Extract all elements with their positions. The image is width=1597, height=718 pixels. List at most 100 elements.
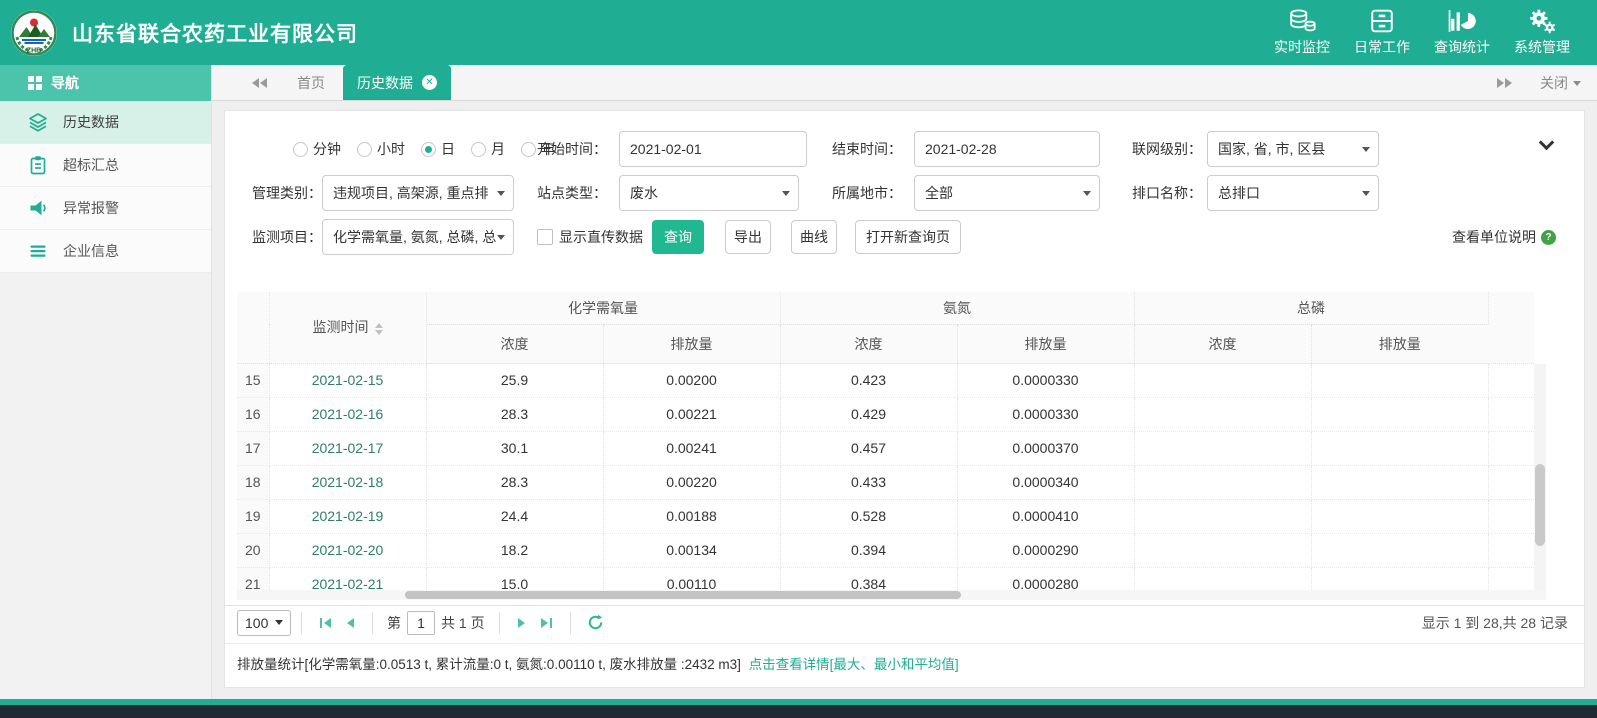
view-detail-link[interactable]: 点击查看详情[最大、最小和平均值] <box>749 657 959 672</box>
page-size-select[interactable]: 100 <box>237 609 291 636</box>
cell-phosphorus-concentration <box>1134 533 1312 568</box>
nav-item-label: 日常工作 <box>1354 39 1410 55</box>
radio-label: 小时 <box>377 141 405 157</box>
mgmt-category-select[interactable]: 违规项目, 高架源, 重点排 <box>322 175 514 211</box>
curve-button[interactable]: 曲线 <box>791 220 837 254</box>
page-total-label: 共 1 页 <box>441 614 485 631</box>
row-index: 21 <box>237 567 270 590</box>
radio-minute[interactable]: 分钟 <box>293 139 341 159</box>
close-tabs-menu[interactable]: 关闭 <box>1540 73 1581 93</box>
sort-icon[interactable] <box>374 322 383 335</box>
logo-text: ZHB <box>27 47 41 54</box>
table-row: 16 2021-02-16 28.3 0.00221 0.429 0.00003… <box>237 397 1534 432</box>
station-type-select[interactable]: 废水 <box>619 175 799 211</box>
table-row: 19 2021-02-19 24.4 0.00188 0.528 0.00004… <box>237 499 1534 534</box>
tabs-scroll-right-icon[interactable] <box>1497 78 1512 88</box>
nav-query-stats[interactable]: 查询统计 <box>1429 8 1495 57</box>
query-button[interactable]: 查询 <box>652 220 704 254</box>
tab-home[interactable]: 首页 <box>279 65 343 100</box>
cell-phosphorus-concentration <box>1134 431 1312 466</box>
date-link[interactable]: 2021-02-15 <box>312 372 384 388</box>
group-header-ammonia: 氨氮 <box>780 292 1135 325</box>
tabs-scroll-left-icon[interactable] <box>252 65 267 100</box>
time-column-header[interactable]: 监测时间 <box>269 292 427 364</box>
first-page-button[interactable] <box>312 617 339 628</box>
vertical-scrollbar[interactable] <box>1534 364 1546 590</box>
table-row: 21 2021-02-21 15.0 0.00110 0.384 0.00002… <box>237 567 1534 590</box>
outlet-name-select[interactable]: 总排口 <box>1207 175 1379 211</box>
monitor-item-select[interactable]: 化学需氧量, 氨氮, 总磷, 总 <box>322 219 514 255</box>
cell-phosphorus-concentration <box>1134 567 1312 590</box>
city-select[interactable]: 全部 <box>914 175 1100 211</box>
start-time-input[interactable] <box>619 131 807 167</box>
nav-realtime-monitor[interactable]: 实时监控 <box>1269 8 1335 57</box>
page-prefix-label: 第 <box>387 614 401 631</box>
sidebar-item-abnormal-alarm[interactable]: 异常报警 <box>0 187 211 230</box>
cell-cod-concentration: 30.1 <box>426 431 604 466</box>
sidebar-item-history-data[interactable]: 历史数据 <box>0 101 211 144</box>
cell-ammonia-emission: 0.0000330 <box>957 397 1135 432</box>
date-link[interactable]: 2021-02-17 <box>312 440 384 456</box>
select-value: 国家, 省, 市, 区县 <box>1218 141 1326 157</box>
nav-daily-work[interactable]: 日常工作 <box>1349 8 1415 57</box>
horizontal-scrollbar[interactable] <box>237 590 1546 600</box>
cell-phosphorus-concentration <box>1134 499 1312 534</box>
cell-cod-emission: 0.00200 <box>603 363 781 398</box>
nav-item-label: 实时监控 <box>1274 39 1330 55</box>
last-page-button[interactable] <box>533 617 560 628</box>
cell-filler <box>1488 363 1534 398</box>
tabbar-right: 关闭 <box>1497 65 1581 101</box>
cell-phosphorus-emission <box>1311 533 1489 568</box>
table-row: 18 2021-02-18 28.3 0.00220 0.433 0.00003… <box>237 465 1534 500</box>
cell-cod-emission: 0.00188 <box>603 499 781 534</box>
direct-data-checkbox[interactable] <box>537 229 553 245</box>
new-query-page-button[interactable]: 打开新查询页 <box>855 220 961 254</box>
pagination-bar: 100 第 共 1 页 <box>225 605 1584 639</box>
group-header-phosphorus: 总磷 <box>1134 292 1489 325</box>
sidebar-nav-title[interactable]: 导航 <box>0 65 211 101</box>
network-level-select[interactable]: 国家, 省, 市, 区县 <box>1207 131 1379 167</box>
tab-history-data[interactable]: 历史数据 ✕ <box>343 65 451 100</box>
radio-icon[interactable] <box>293 141 308 157</box>
date-link[interactable]: 2021-02-18 <box>312 474 384 490</box>
radio-day[interactable]: 日 <box>421 139 455 159</box>
cell-cod-concentration: 28.3 <box>426 397 604 432</box>
unit-help-link[interactable]: 查看单位说明 ? <box>1452 219 1556 255</box>
nav-system-admin[interactable]: 系统管理 <box>1509 8 1575 57</box>
next-page-button[interactable] <box>510 617 533 628</box>
chevron-down-icon <box>782 191 790 196</box>
date-link[interactable]: 2021-02-21 <box>312 576 384 590</box>
page-number-input[interactable] <box>407 610 435 635</box>
tab-close-icon[interactable]: ✕ <box>422 75 437 90</box>
radio-icon-checked[interactable] <box>421 141 436 157</box>
radio-label: 日 <box>441 141 455 157</box>
date-cell: 2021-02-21 <box>269 567 427 590</box>
date-cell: 2021-02-20 <box>269 533 427 568</box>
direct-data-label[interactable]: 显示直传数据 <box>559 219 643 255</box>
date-link[interactable]: 2021-02-16 <box>312 406 384 422</box>
refresh-button[interactable] <box>587 614 604 631</box>
radio-icon[interactable] <box>357 141 372 157</box>
end-time-input[interactable] <box>914 131 1100 167</box>
cell-filler <box>1488 567 1534 590</box>
select-value: 全部 <box>925 185 953 201</box>
sidebar-item-company-info[interactable]: 企业信息 <box>0 230 211 273</box>
select-value: 废水 <box>630 185 658 201</box>
cell-cod-concentration: 15.0 <box>426 567 604 590</box>
cell-ammonia-concentration: 0.457 <box>780 431 958 466</box>
chevron-down-icon <box>1362 147 1370 152</box>
prev-page-button[interactable] <box>339 617 362 628</box>
date-cell: 2021-02-19 <box>269 499 427 534</box>
vertical-scrollbar-thumb[interactable] <box>1535 464 1545 546</box>
radio-hour[interactable]: 小时 <box>357 139 405 159</box>
radio-icon[interactable] <box>471 141 486 157</box>
date-link[interactable]: 2021-02-19 <box>312 508 384 524</box>
date-link[interactable]: 2021-02-20 <box>312 542 384 558</box>
radio-month[interactable]: 月 <box>471 139 505 159</box>
main-area: 导航 历史数据 超标汇总 异常报警 企业信息 首页 历史数据 ✕ 关闭 分钟 小… <box>0 65 1597 699</box>
sidebar-item-exceed-summary[interactable]: 超标汇总 <box>0 144 211 187</box>
export-button[interactable]: 导出 <box>725 220 771 254</box>
radio-label: 分钟 <box>313 141 341 157</box>
horizontal-scrollbar-thumb[interactable] <box>405 591 961 599</box>
date-cell: 2021-02-16 <box>269 397 427 432</box>
